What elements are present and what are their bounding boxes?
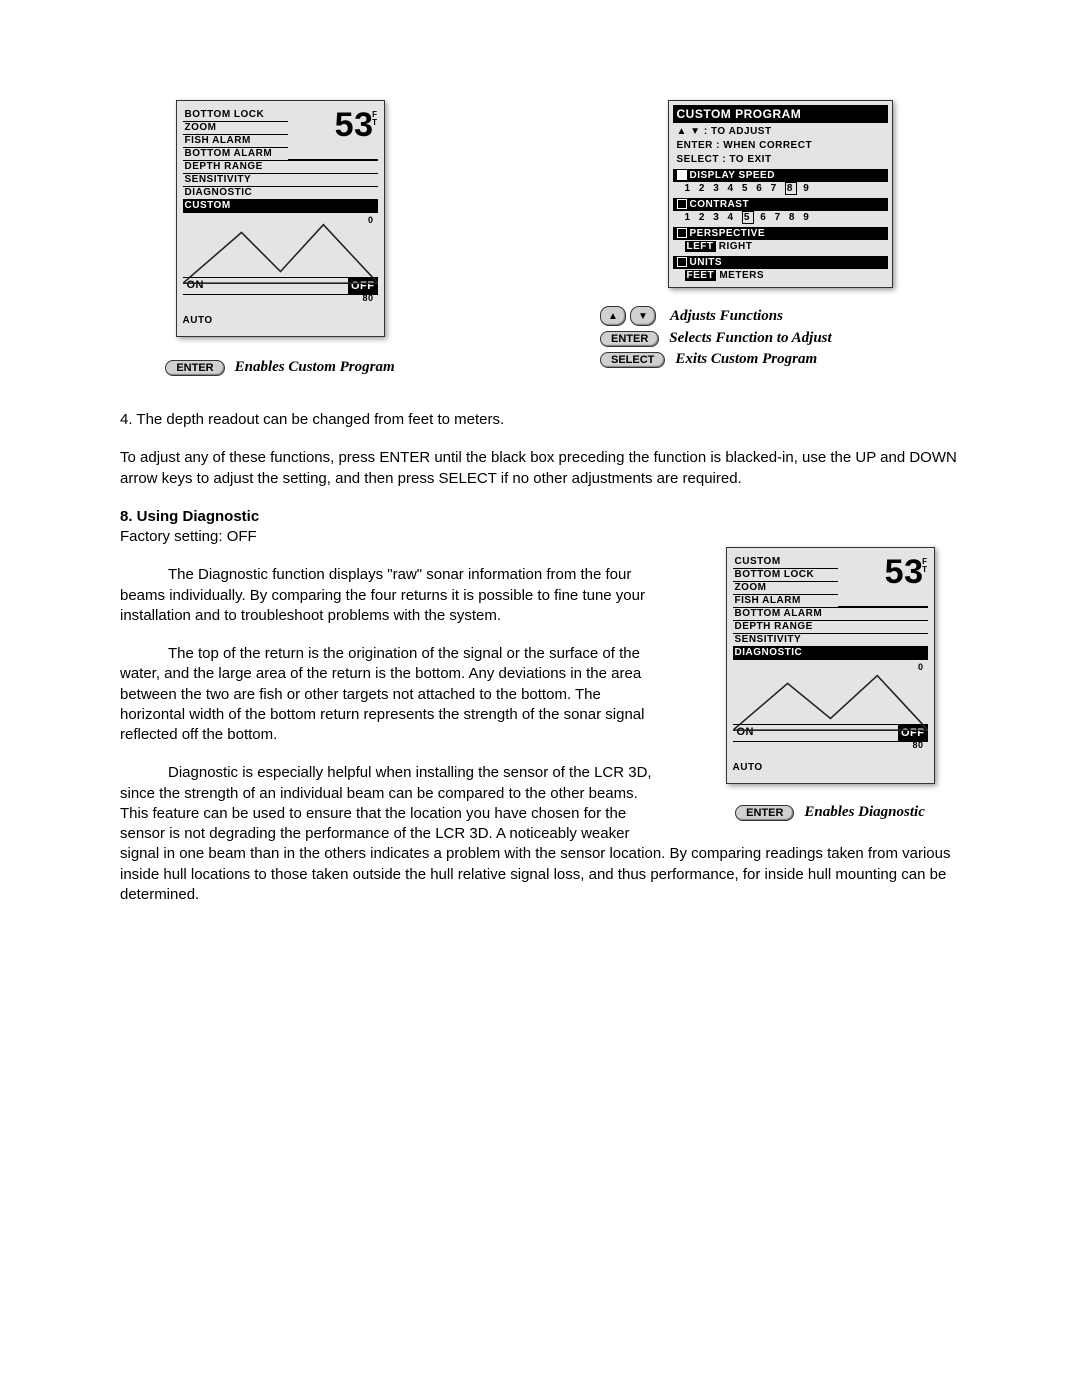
menu-list: CUSTOM BOTTOM LOCK ZOOM FISH ALARM [733, 556, 838, 607]
cp-display-speed-values: 1 2 3 4 5 6 7 8 9 [673, 182, 888, 196]
enter-key-icon: ENTER [165, 360, 224, 376]
figure-row-top: BOTTOM LOCK ZOOM FISH ALARM BOTTOM ALARM… [120, 100, 960, 380]
lcd-screen-diagnostic: CUSTOM BOTTOM LOCK ZOOM FISH ALARM 53 F … [726, 547, 935, 784]
menu-item-selected: DIAGNOSTIC [733, 646, 928, 659]
cp-perspective-selected: LEFT [685, 241, 716, 252]
diagnostic-figure: CUSTOM BOTTOM LOCK ZOOM FISH ALARM 53 F … [700, 547, 960, 825]
menu-list: BOTTOM LOCK ZOOM FISH ALARM BOTTOM ALARM [183, 109, 288, 160]
cp-units-options: FEET METERS [673, 269, 888, 283]
auto-label: AUTO [183, 309, 378, 326]
checkbox-off-icon [677, 228, 687, 238]
depth-unit-t: T [922, 565, 927, 574]
body-text: 4. The depth readout can be changed from… [120, 410, 960, 923]
cp-units-selected: FEET [685, 270, 717, 281]
legend-text: Enables Diagnostic [804, 804, 924, 821]
right-legend: ▲ ▼ Adjusts Functions ENTER Selects Func… [600, 302, 960, 372]
down-arrow-icon: ▼ [630, 306, 656, 326]
left-figure: BOTTOM LOCK ZOOM FISH ALARM BOTTOM ALARM… [120, 100, 440, 380]
depth-value: 53 [885, 553, 924, 591]
paragraph: To adjust any of these functions, press … [120, 448, 960, 489]
menu-item: DIAGNOSTIC [183, 186, 378, 199]
menu-item: BOTTOM LOCK [183, 109, 288, 121]
legend-text: Selects Function to Adjust [669, 330, 831, 347]
cp-units-head: UNITS [673, 256, 888, 269]
cp-perspective-options: LEFT RIGHT [673, 240, 888, 254]
section-heading: 8. Using Diagnostic [120, 508, 259, 525]
sonar-area: 0 [733, 659, 928, 724]
menu-item: ZOOM [183, 121, 288, 134]
left-legend: ENTER Enables Custom Program [120, 355, 440, 380]
menu-item: BOTTOM ALARM [183, 147, 288, 160]
legend-text: Enables Custom Program [235, 359, 395, 376]
depth-marker-bottom: 80 [912, 740, 923, 750]
menu-item: SENSITIVITY [733, 633, 928, 646]
menu-item: FISH ALARM [183, 134, 288, 147]
depth-readout: 53 F T [288, 109, 378, 160]
menu-item: DEPTH RANGE [733, 620, 928, 633]
paragraph: 4. The depth readout can be changed from… [120, 410, 960, 430]
legend-text: Adjusts Functions [670, 308, 783, 325]
enter-key-icon: ENTER [735, 805, 794, 821]
select-key-icon: SELECT [600, 352, 665, 368]
cp-display-speed-head: DISPLAY SPEED [673, 169, 888, 182]
enter-key-icon: ENTER [600, 331, 659, 347]
cp-contrast-current: 5 [742, 211, 755, 224]
cp-perspective-head: PERSPECTIVE [673, 227, 888, 240]
cp-hint-enter: ENTER : WHEN CORRECT [673, 139, 888, 153]
menu-item: CUSTOM [733, 556, 838, 568]
depth-readout: 53 F T [838, 556, 928, 607]
menu-item: ZOOM [733, 581, 838, 594]
lcd-screen-custom: BOTTOM LOCK ZOOM FISH ALARM BOTTOM ALARM… [176, 100, 385, 337]
cp-hint-select: SELECT : TO EXIT [673, 153, 888, 167]
cp-contrast-values: 1 2 3 4 5 6 7 8 9 [673, 211, 888, 225]
checkbox-off-icon [677, 199, 687, 209]
menu-item: SENSITIVITY [183, 173, 378, 186]
legend-text: Exits Custom Program [675, 351, 817, 368]
up-arrow-icon: ▲ [600, 306, 626, 326]
sonar-area: 0 [183, 212, 378, 277]
depth-unit-t: T [372, 118, 377, 127]
checkbox-off-icon [677, 257, 687, 267]
factory-setting: Factory setting: OFF [120, 528, 257, 545]
cp-contrast-head: CONTRAST [673, 198, 888, 211]
diag-legend: ENTER Enables Diagnostic [700, 800, 960, 825]
menu-item-selected: CUSTOM [183, 199, 378, 212]
right-figure: CUSTOM PROGRAM ▲ ▼ : TO ADJUST ENTER : W… [600, 100, 960, 372]
menu-item: DEPTH RANGE [183, 160, 378, 173]
menu-item: FISH ALARM [733, 594, 838, 607]
depth-marker-bottom: 80 [362, 293, 373, 303]
cp-title: CUSTOM PROGRAM [673, 105, 888, 123]
menu-item: BOTTOM ALARM [733, 607, 928, 620]
custom-program-screen: CUSTOM PROGRAM ▲ ▼ : TO ADJUST ENTER : W… [668, 100, 893, 288]
menu-item: BOTTOM LOCK [733, 568, 838, 581]
checkbox-on-icon [677, 170, 687, 180]
auto-label: AUTO [733, 756, 928, 773]
cp-hint-arrows: ▲ ▼ : TO ADJUST [673, 125, 888, 139]
cp-display-speed-current: 8 [785, 182, 798, 195]
depth-value: 53 [335, 106, 374, 144]
